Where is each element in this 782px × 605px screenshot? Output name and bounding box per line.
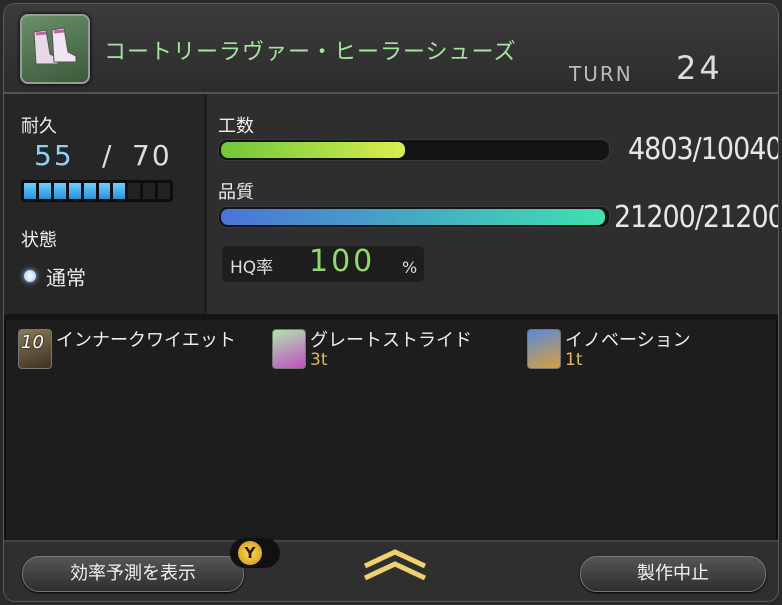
y-button-icon: Y <box>238 541 262 565</box>
turn-label: TURN <box>569 62 633 86</box>
status-turns: 1t <box>565 350 583 370</box>
durability-pip <box>98 183 111 199</box>
condition-label: 状態 <box>21 230 57 251</box>
progress-bar <box>218 139 610 161</box>
durability-separator: / <box>102 139 112 172</box>
quality-bar-fill <box>221 209 605 225</box>
item-name: コートリーラヴァー・ヒーラーシューズ <box>104 40 517 65</box>
durability-label: 耐久 <box>21 116 57 137</box>
durability-current: 55 <box>34 139 74 172</box>
innovation-icon <box>527 329 561 369</box>
durability-pip <box>83 183 96 199</box>
quality-bar <box>218 206 610 228</box>
great-strides-icon <box>272 329 306 369</box>
durability-pips <box>21 180 173 202</box>
inner-quiet-icon: 10 <box>18 329 52 369</box>
hq-unit: % <box>402 258 418 277</box>
condition-value: 通常 <box>46 266 86 290</box>
durability-pip <box>113 183 126 199</box>
y-button[interactable]: Y <box>230 538 280 568</box>
header: コートリーラヴァー・ヒーラーシューズ TURN 24 <box>4 4 778 94</box>
hq-label: HQ率 <box>230 258 274 278</box>
divider <box>4 314 778 320</box>
efficiency-button[interactable]: 効率予測を表示 <box>22 556 244 592</box>
progress-bar-fill <box>221 142 405 158</box>
durability-pip <box>53 183 66 199</box>
turn-value: 24 <box>676 49 723 87</box>
boots-icon <box>20 14 90 84</box>
durability-pip <box>143 183 156 199</box>
quality-label: 品質 <box>218 182 254 203</box>
condition-dot-icon <box>24 270 36 282</box>
durability-max: 70 <box>132 139 172 172</box>
inner-quiet-stack: 10 <box>21 332 44 353</box>
durability-pip <box>158 183 171 199</box>
status-name: グレートストライド <box>310 330 472 351</box>
durability-pip <box>128 183 141 199</box>
hq-value: 100 <box>309 244 376 279</box>
durability-pip <box>38 183 51 199</box>
quality-value: 21200/21200 <box>614 200 779 235</box>
status-name: イノベーション <box>565 330 691 351</box>
status-turns: 3t <box>310 350 328 370</box>
chevron-up-icon[interactable] <box>360 544 430 584</box>
progress-label: 工数 <box>218 116 254 137</box>
progress-value: 4803/10040 <box>628 132 779 167</box>
quit-button[interactable]: 製作中止 <box>580 556 766 592</box>
durability-pip <box>68 183 81 199</box>
durability-pip <box>24 183 36 199</box>
crafting-window: コートリーラヴァー・ヒーラーシューズ TURN 24 耐久 55 / 70 状態… <box>3 3 779 602</box>
status-name: インナークワイエット <box>56 330 236 351</box>
